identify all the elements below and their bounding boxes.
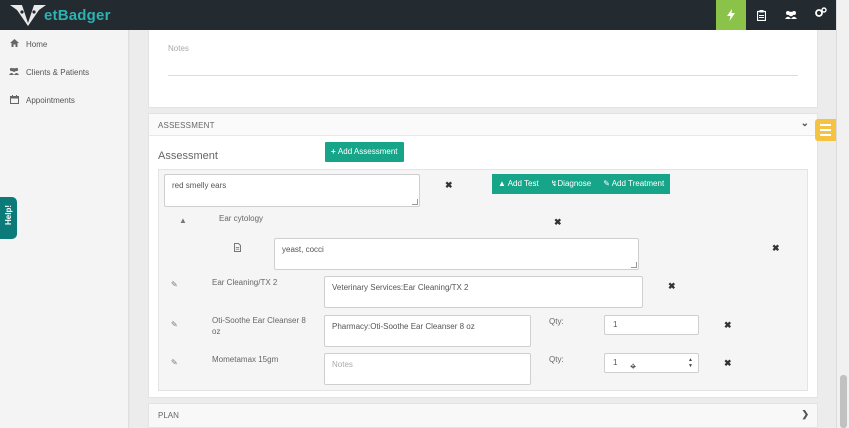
test-result-text: yeast, cocci (282, 245, 324, 254)
qty-value: 1 (613, 358, 618, 367)
text-cursor-icon: ⌖ (630, 361, 637, 373)
remove-treatment-icon[interactable]: ✖ (668, 281, 676, 292)
edit-icon: ✎ (171, 320, 178, 329)
add-assessment-button[interactable]: + Add Assessment (325, 142, 404, 162)
treatment-product-text: Pharmacy:Oti-Soothe Ear Cleanser 8 oz (332, 322, 475, 331)
sidebar-item-appointments[interactable]: Appointments (0, 86, 128, 114)
remove-test-icon[interactable]: ✖ (554, 217, 562, 228)
qty-label: Qty: (549, 355, 564, 364)
remove-assessment-icon[interactable]: ✖ (445, 180, 453, 191)
treatment-product-field[interactable]: Pharmacy:Oti-Soothe Ear Cleanser 8 oz (324, 315, 531, 347)
help-label: Help! (4, 205, 13, 225)
sidebar-item-clients-patients[interactable]: Clients & Patients (0, 58, 128, 86)
help-tab[interactable]: Help! (0, 197, 17, 239)
users-icon[interactable] (776, 0, 806, 30)
flask-icon: ▲ (498, 179, 508, 188)
notes-placeholder: Notes (332, 360, 353, 369)
treatment-name: Ear Cleaning/TX 2 (212, 278, 278, 287)
top-navbar: etBadger (0, 0, 836, 30)
chevron-right-icon[interactable]: ❯ (801, 409, 809, 420)
notes-card: Notes (148, 30, 818, 108)
qty-input[interactable]: 1 (604, 315, 699, 335)
diagnose-label: Diagnose (557, 179, 592, 188)
edit-icon: ✎ (171, 358, 178, 367)
home-icon (9, 39, 19, 49)
add-treatment-label: Add Treatment (611, 179, 665, 188)
treatment-notes-field[interactable]: Notes (324, 353, 531, 385)
badger-logo-icon (8, 3, 48, 27)
diagnose-button[interactable]: ↯Diagnose (545, 174, 598, 194)
assessment-text-field[interactable]: red smelly ears (164, 174, 420, 207)
sidebar-item-label: Clients & Patients (26, 67, 90, 77)
remove-treatment-icon[interactable]: ✖ (724, 320, 732, 331)
spinner-icon[interactable]: ▲ ▼ (688, 357, 693, 369)
plan-header-title: PLAN (158, 411, 179, 420)
remove-treatment-icon[interactable]: ✖ (724, 358, 732, 369)
flask-icon: ▲ (179, 216, 187, 225)
main-content: Notes ASSESSMENT ⌄ Assessment + Add Asse… (130, 30, 836, 428)
scrollbar-thumb[interactable] (840, 375, 847, 428)
edit-icon: ✎ (171, 280, 178, 289)
qty-label: Qty: (549, 317, 564, 326)
qty-value: 1 (613, 320, 618, 329)
sidebar-item-label: Home (26, 39, 48, 49)
list-widget-icon[interactable] (815, 119, 836, 141)
treatment-product-field[interactable]: Veterinary Services:Ear Cleaning/TX 2 (324, 276, 643, 308)
add-treatment-button[interactable]: ✎ Add Treatment (597, 174, 670, 194)
sidebar-item-label: Appointments (26, 95, 75, 105)
assessment-text: red smelly ears (172, 181, 227, 190)
notes-underline (168, 75, 798, 76)
resize-handle[interactable] (631, 262, 637, 268)
users-icon (9, 67, 19, 77)
add-test-button[interactable]: ▲ Add Test (492, 174, 545, 194)
treatment-name: Mometamax 15gm (212, 355, 279, 364)
remove-test-result-icon[interactable]: ✖ (772, 243, 780, 254)
assessment-action-group: ▲ Add Test ↯Diagnose ✎ Add Treatment (492, 174, 671, 194)
brand-name: etBadger (44, 6, 111, 24)
assessment-header-title: ASSESSMENT (158, 121, 215, 130)
test-name: Ear cytology (219, 214, 264, 223)
sidebar-item-home[interactable]: Home (0, 30, 128, 58)
plan-panel-header[interactable]: PLAN ❯ (148, 403, 818, 428)
treatment-name: Oti-Soothe Ear Cleanser 8 oz (212, 316, 306, 336)
gears-icon[interactable] (806, 0, 836, 30)
assessment-panel: ASSESSMENT ⌄ Assessment + Add Assessment… (148, 113, 818, 398)
assessment-title: Assessment (158, 150, 218, 162)
file-icon (234, 243, 241, 254)
page-scrollbar[interactable] (836, 0, 849, 428)
test-result-field[interactable]: yeast, cocci (274, 238, 639, 270)
calendar-icon (9, 94, 19, 106)
clipboard-icon[interactable] (746, 0, 776, 30)
chevron-down-icon[interactable]: ⌄ (801, 118, 809, 129)
plus-icon: + (331, 147, 338, 156)
edit-icon: ✎ (603, 179, 612, 188)
resize-handle[interactable] (412, 199, 418, 205)
lightning-icon[interactable] (716, 0, 746, 30)
treatment-product-text: Veterinary Services:Ear Cleaning/TX 2 (332, 283, 469, 292)
notes-field[interactable]: Notes (168, 44, 189, 53)
add-test-label: Add Test (507, 179, 539, 188)
add-assessment-label: Add Assessment (337, 147, 398, 156)
assessment-panel-header[interactable]: ASSESSMENT ⌄ (149, 114, 817, 136)
qty-input[interactable]: 1 ▲ ▼ (604, 353, 699, 373)
vetbadger-logo[interactable]: etBadger (8, 3, 111, 27)
sidebar: Home Clients & Patients Appointments (0, 30, 129, 428)
